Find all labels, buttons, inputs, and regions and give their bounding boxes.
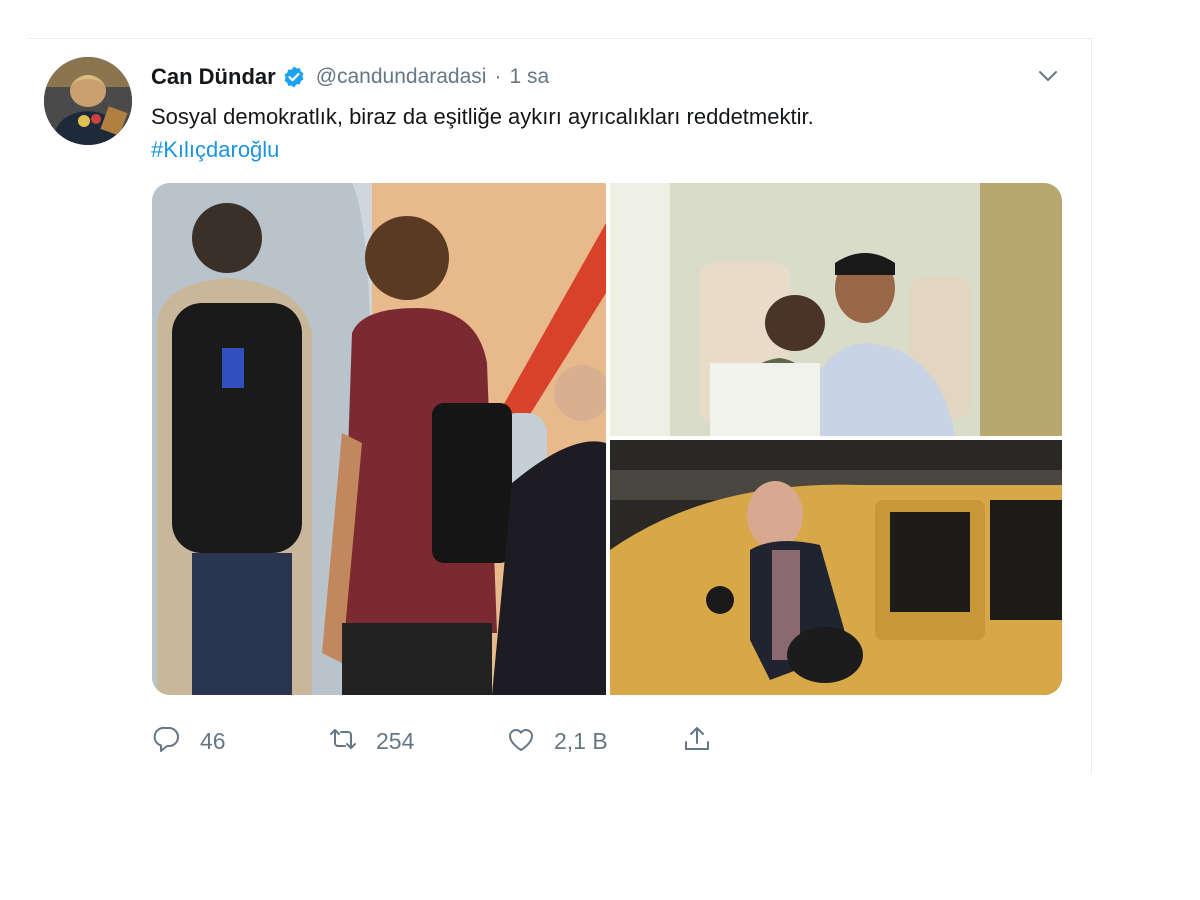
timestamp[interactable]: 1 sa — [509, 65, 549, 89]
tweet-actions: 46 254 2,1 B — [152, 725, 752, 757]
display-name[interactable]: Can Dündar — [151, 64, 276, 90]
chevron-down-icon[interactable] — [1034, 65, 1062, 87]
retweet-count: 254 — [376, 727, 415, 754]
heart-icon — [506, 724, 536, 759]
taxi-exit-photo[interactable] — [610, 440, 1062, 695]
retweet-icon — [328, 724, 358, 759]
reply-count: 46 — [200, 727, 226, 754]
boarding-plane-photo[interactable] — [152, 183, 606, 695]
media-grid — [152, 183, 1062, 695]
verified-badge-icon — [282, 65, 306, 89]
tweet-card[interactable]: Can Dündar @candundaradasi · 1 sa Sosyal… — [28, 38, 1092, 774]
separator-dot: · — [494, 65, 502, 88]
share-icon — [682, 724, 712, 759]
like-button[interactable]: 2,1 B — [506, 725, 608, 757]
avatar-image — [44, 57, 132, 145]
reply-button[interactable]: 46 — [152, 725, 226, 757]
tweet-text: Sosyal demokratlık, biraz da eşitliğe ay… — [151, 104, 814, 129]
hashtag-link[interactable]: #Kılıçdaroğlu — [151, 134, 279, 166]
avatar[interactable] — [44, 57, 132, 145]
share-button[interactable] — [682, 725, 712, 757]
airplane-seat-couple-photo[interactable] — [610, 183, 1062, 436]
user-handle[interactable]: @candundaradasi — [316, 65, 487, 89]
reply-icon — [152, 724, 182, 759]
like-count: 2,1 B — [554, 727, 608, 754]
tweet-header: Can Dündar @candundaradasi · 1 sa — [151, 63, 549, 91]
retweet-button[interactable]: 254 — [328, 725, 414, 757]
